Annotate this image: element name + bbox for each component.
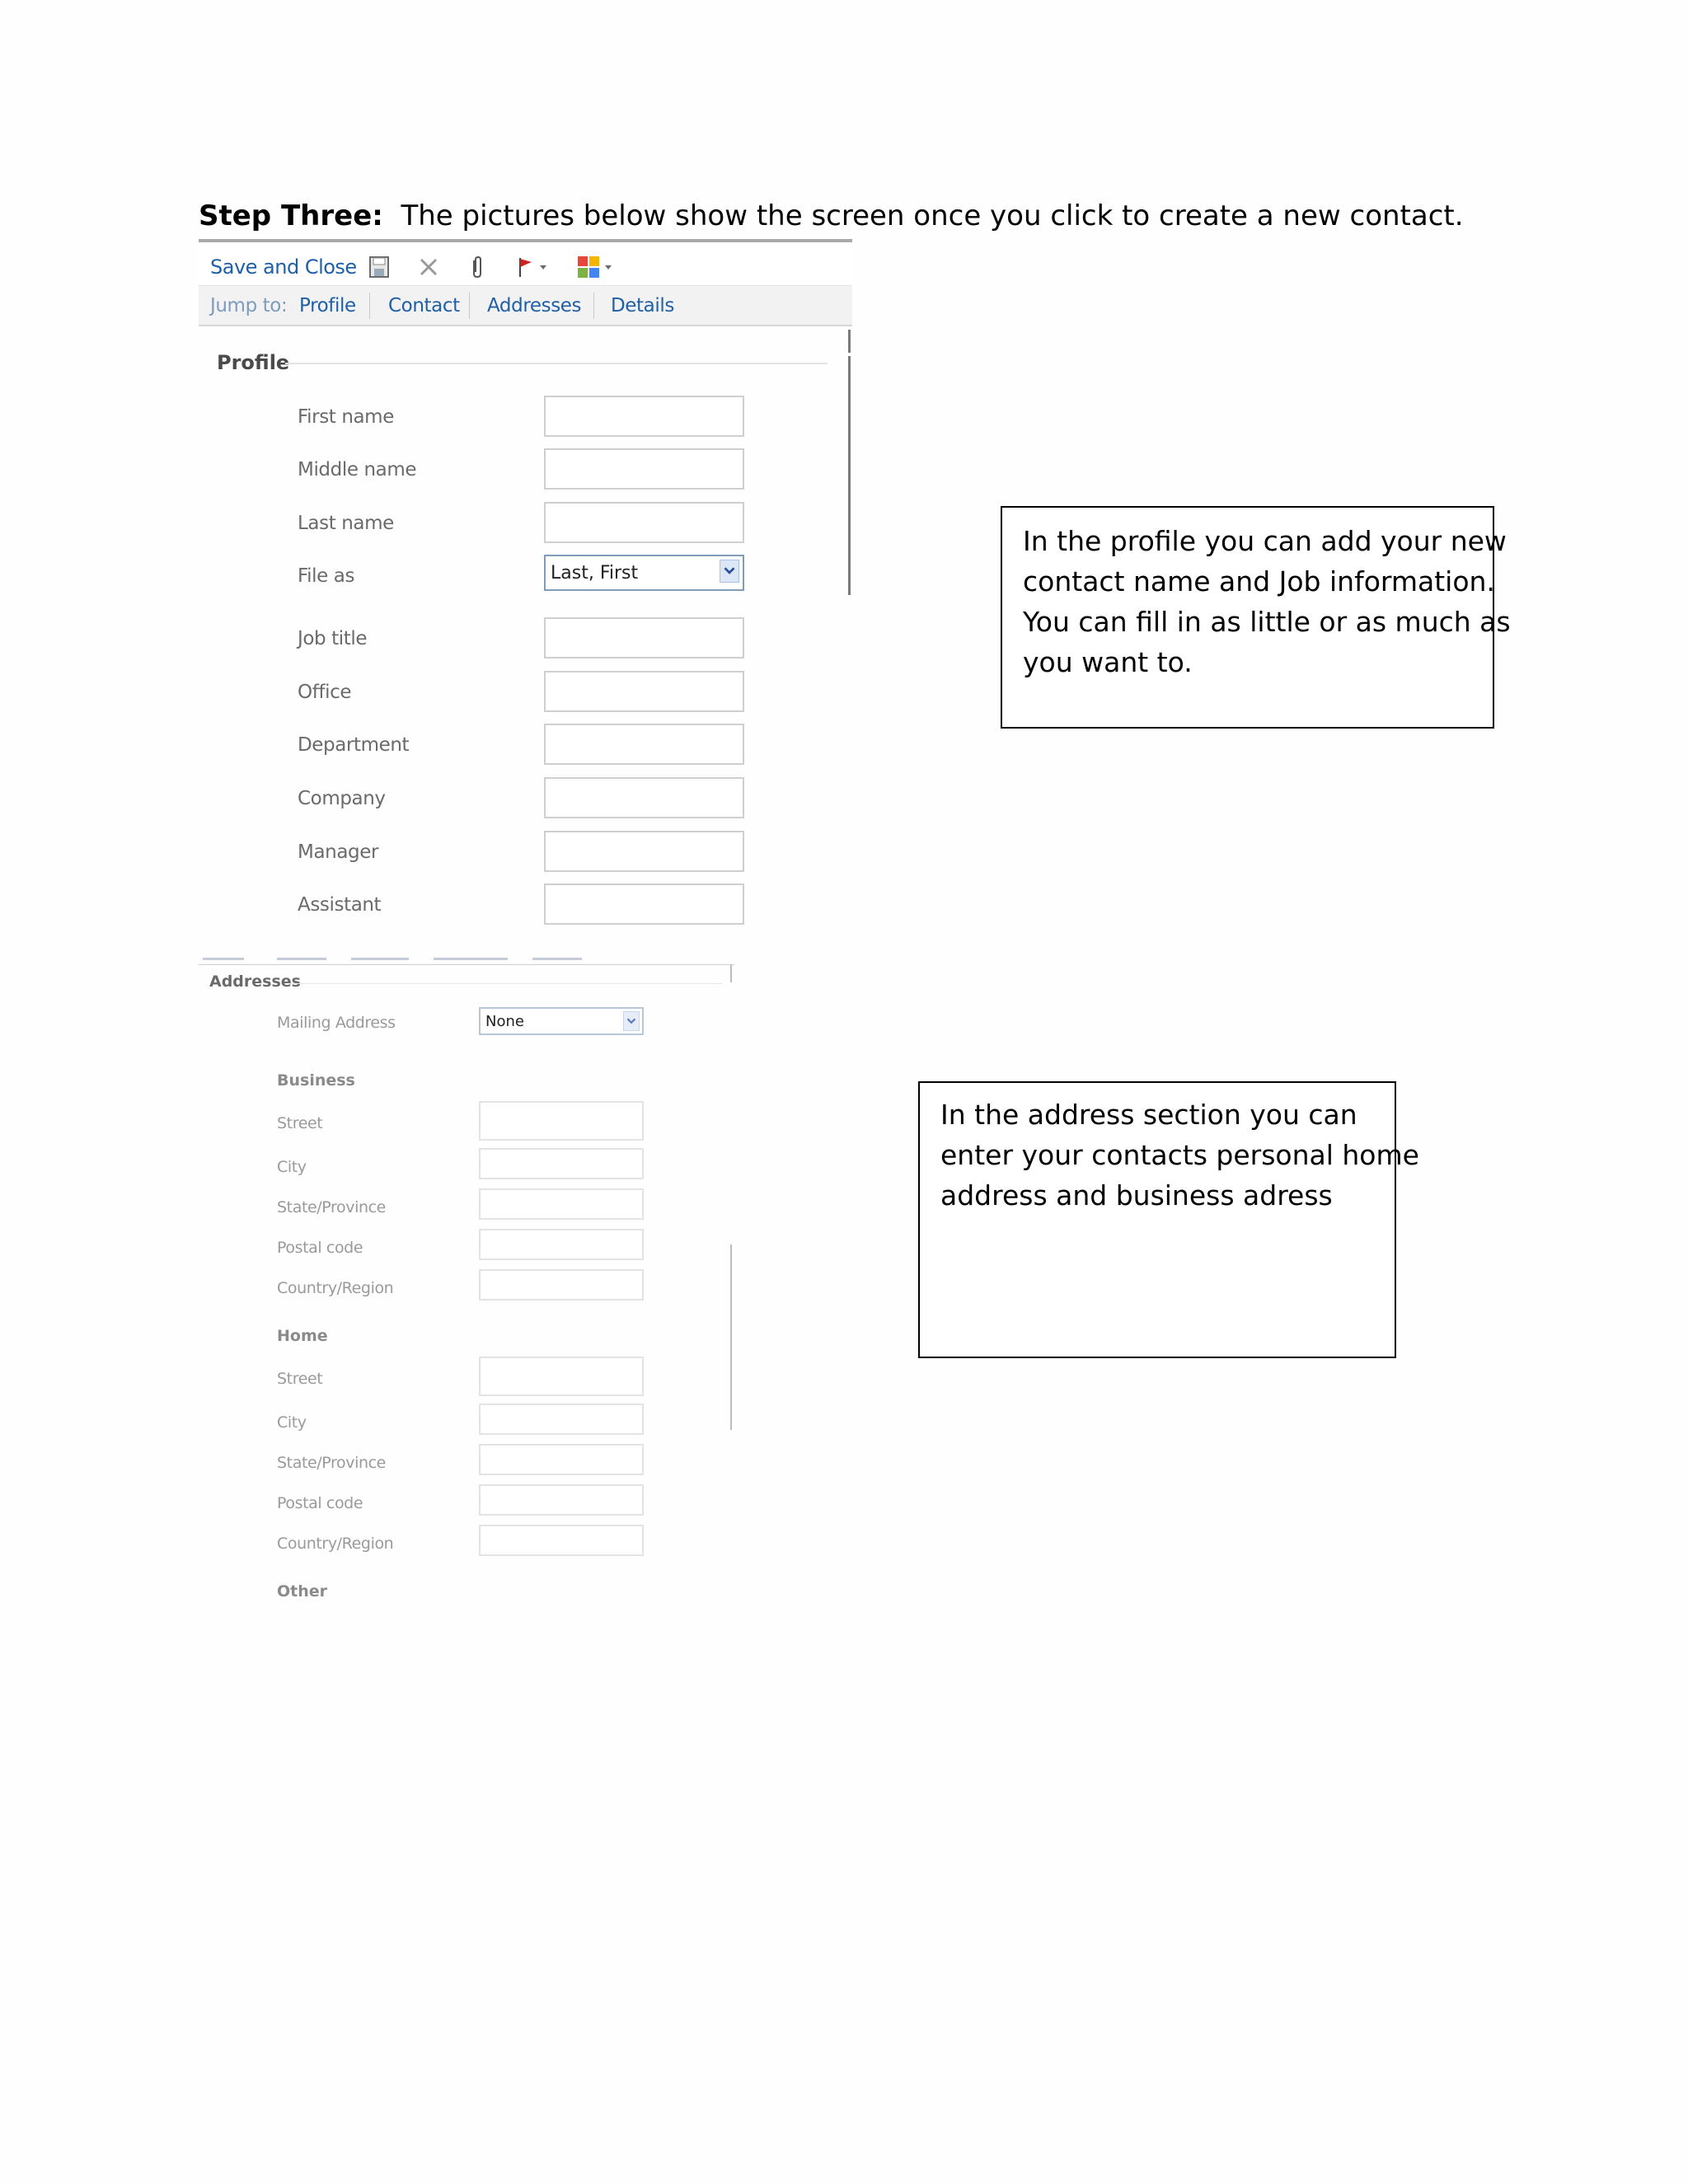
home-city-label: City — [277, 1413, 307, 1432]
business-country-label: Country/Region — [277, 1279, 394, 1297]
section-divider — [289, 983, 722, 984]
home-state-label: State/Province — [277, 1454, 386, 1472]
categories-icon[interactable] — [576, 254, 617, 280]
company-input[interactable] — [544, 777, 744, 818]
business-street-input[interactable] — [479, 1101, 644, 1141]
home-street-label: Street — [277, 1370, 323, 1388]
mailing-address-label: Mailing Address — [277, 1014, 396, 1032]
callout-line: contact name and Job information. — [1023, 565, 1495, 598]
profile-screenshot: Save and Close Jump to: Profile Contact … — [199, 239, 852, 931]
callout-line: In the address section you can — [940, 1099, 1357, 1131]
toolbar: Save and Close — [199, 239, 852, 285]
job-title-label: Job title — [298, 628, 368, 649]
home-postal-label: Postal code — [277, 1494, 363, 1512]
middle-name-input[interactable] — [544, 448, 744, 490]
department-input[interactable] — [544, 724, 744, 765]
addresses-section-title: Addresses — [209, 972, 301, 991]
last-name-input[interactable] — [544, 502, 744, 543]
manager-input[interactable] — [544, 831, 744, 872]
profile-callout: In the profile you can add your new cont… — [1001, 506, 1511, 729]
business-country-input[interactable] — [479, 1269, 644, 1301]
flag-icon[interactable] — [513, 254, 551, 280]
business-postal-input[interactable] — [479, 1229, 644, 1260]
office-label: Office — [298, 682, 352, 703]
office-input[interactable] — [544, 671, 744, 712]
file-as-select[interactable]: Last, First — [544, 555, 744, 591]
jump-link-details[interactable]: Details — [611, 295, 674, 316]
business-state-input[interactable] — [479, 1188, 644, 1220]
section-divider — [285, 363, 828, 364]
home-country-label: Country/Region — [277, 1535, 394, 1553]
last-name-label: Last name — [298, 513, 394, 534]
business-city-input[interactable] — [479, 1148, 644, 1179]
jump-separator — [593, 293, 594, 319]
scrollbar-track[interactable] — [730, 1244, 732, 1430]
company-label: Company — [298, 788, 386, 809]
jump-to-label: Jump to: — [210, 295, 288, 316]
attach-icon[interactable] — [464, 254, 490, 280]
file-as-label: File as — [298, 565, 355, 587]
other-subsection-title: Other — [277, 1582, 328, 1599]
address-callout: In the address section you can enter you… — [918, 1081, 1419, 1358]
business-subsection-title: Business — [277, 1071, 355, 1090]
job-title-input[interactable] — [544, 617, 744, 658]
mailing-address-select[interactable]: None — [479, 1007, 644, 1035]
step-description: The pictures below show the screen once … — [382, 199, 1464, 232]
assistant-input[interactable] — [544, 883, 744, 925]
middle-name-label: Middle name — [298, 459, 417, 480]
callout-line: enter your contacts personal home — [940, 1139, 1419, 1171]
home-country-input[interactable] — [479, 1525, 644, 1556]
department-label: Department — [298, 734, 410, 756]
home-street-input[interactable] — [479, 1357, 644, 1396]
home-state-input[interactable] — [479, 1444, 644, 1475]
mailing-address-value: None — [485, 1013, 524, 1030]
jump-separator — [369, 293, 370, 319]
callout-line: you want to. — [1023, 646, 1193, 678]
scrollbar[interactable] — [848, 330, 851, 353]
business-street-label: Street — [277, 1114, 323, 1132]
home-city-input[interactable] — [479, 1404, 644, 1435]
faded-jump-bar — [199, 956, 734, 963]
jump-link-profile[interactable]: Profile — [299, 295, 356, 316]
jump-link-contact[interactable]: Contact — [388, 295, 460, 316]
delete-icon[interactable] — [415, 254, 442, 280]
scrollbar[interactable] — [730, 964, 732, 982]
save-and-close-button[interactable]: Save and Close — [210, 255, 357, 279]
step-heading: Step Three: The pictures below show the … — [199, 199, 1464, 232]
step-label: Step Three: — [199, 199, 383, 232]
business-state-label: State/Province — [277, 1198, 386, 1216]
chevron-down-icon[interactable] — [720, 560, 739, 583]
section-divider — [199, 964, 734, 965]
jump-link-addresses[interactable]: Addresses — [487, 295, 582, 316]
file-as-value: Last, First — [551, 563, 639, 583]
scrollbar-track[interactable] — [848, 356, 851, 595]
chevron-down-icon[interactable] — [623, 1011, 640, 1031]
save-icon[interactable] — [366, 254, 392, 280]
profile-section-title: Profile — [217, 351, 290, 374]
callout-line: address and business adress — [940, 1179, 1333, 1212]
manager-label: Manager — [298, 841, 379, 863]
home-postal-input[interactable] — [479, 1484, 644, 1516]
assistant-label: Assistant — [298, 894, 382, 916]
addresses-screenshot: Addresses Mailing Address None Business … — [199, 956, 743, 1599]
home-subsection-title: Home — [277, 1327, 328, 1345]
first-name-input[interactable] — [544, 396, 744, 437]
callout-line: In the profile you can add your new — [1023, 525, 1507, 557]
callout-line: You can fill in as little or as much as — [1023, 606, 1511, 638]
jump-bar: Jump to: Profile Contact Addresses Detai… — [199, 285, 852, 326]
business-city-label: City — [277, 1158, 307, 1176]
jump-separator — [469, 293, 470, 319]
business-postal-label: Postal code — [277, 1239, 363, 1257]
first-name-label: First name — [298, 406, 394, 428]
